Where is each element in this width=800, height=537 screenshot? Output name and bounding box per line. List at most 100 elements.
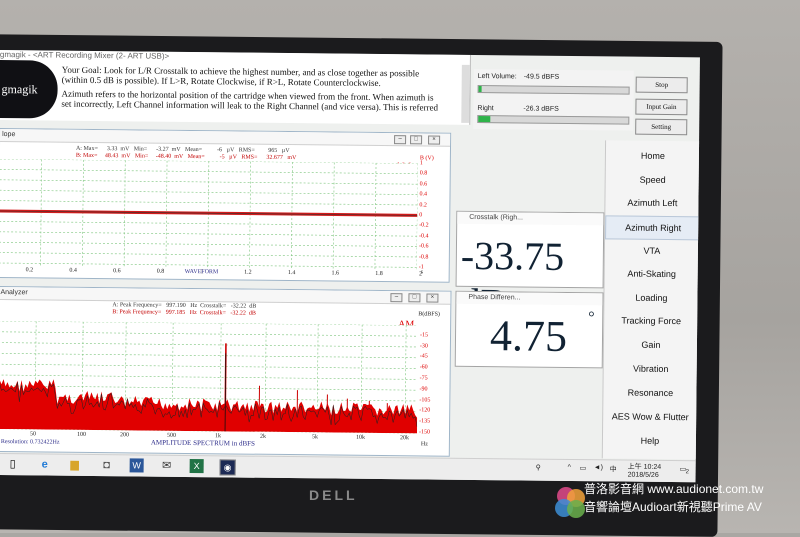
phase-window: Phase Differen... 4.75 ° [455,291,604,369]
network-icon[interactable]: ▭ [580,464,587,472]
scope-x-tick: 0.2 [26,267,34,273]
right-volume-bar [477,115,629,125]
spectrum-trace-b [0,379,418,434]
nav-item-home[interactable]: Home [606,144,700,167]
excel-icon[interactable]: X [190,459,204,473]
scope-grid-h [0,263,417,267]
scope-grid-h [0,242,417,246]
analyzer-y-tick: -75 [420,375,428,381]
analyzer-y-tick: -45 [420,354,428,360]
left-volume-value: -49.5 dBFS [524,73,559,80]
scope-grid-h [0,253,417,257]
scope-x-unit: s [421,269,423,275]
nav-item-azimuth-right[interactable]: Azimuth Right [605,215,700,240]
restore-icon[interactable]: □ [410,135,422,144]
clock-time[interactable]: 上午 10:24 [628,462,662,472]
file-explorer-icon[interactable]: ▆ [68,458,82,472]
analyzer-grid-h [0,364,418,368]
scope-y-tick: -0.6 [419,244,429,250]
mail-icon[interactable]: ✉ [160,459,174,473]
scope-x-tick: 1.8 [375,271,383,277]
minimize-icon[interactable]: – [390,293,402,302]
goal-line-1: Your Goal: Look for L/R Crosstalk to ach… [62,65,462,89]
word-icon[interactable]: W [130,458,144,472]
nav-item-vibration[interactable]: Vibration [604,357,698,380]
nav-item-resonance[interactable]: Resonance [603,381,697,404]
scope-grid-h [0,180,418,184]
goal-pane: gmagik - <ART Recording Mixer (2- ART US… [0,50,471,125]
minimize-icon[interactable]: – [394,135,406,144]
analyzer-y-tick: -30 [420,343,428,349]
nav-item-gain[interactable]: Gain [604,333,698,356]
people-icon[interactable]: ⚲ [536,464,541,472]
scope-y-tick: -0.8 [419,254,429,260]
analyzer-plot [0,321,418,433]
clock-date[interactable]: 2018/5/26 [628,472,659,479]
analyzer-y-unit: B(dBFS) [418,311,440,317]
analyzer-x-tick: 20k [400,435,409,441]
scope-y-tick: 0.8 [420,171,428,177]
analyzer-y-tick: -135 [419,419,430,425]
nav-item-speed[interactable]: Speed [606,168,700,191]
left-volume-bar [478,85,630,95]
scope-x-tick: 0.6 [113,268,121,274]
goal-text: Your Goal: Look for L/R Crosstalk to ach… [61,65,461,117]
scope-x-tick: 0.8 [157,269,165,275]
analyzer-grid-h [0,321,418,325]
scope-grid-h [0,232,417,236]
analyzer-grid-h [0,343,418,347]
scope-x-tick: 1.4 [288,270,296,276]
scope-x-label: WAVEFORM [185,269,219,275]
nav-item-anti-skating[interactable]: Anti-Skating [605,262,699,285]
stop-button[interactable]: Stop [636,77,688,94]
crosstalk-window-title: Crosstalk (Righ... [457,212,603,226]
analyzer-x-tick: 2k [260,434,266,440]
goal-line-2: Azimuth refers to the horizontal positio… [61,89,461,113]
nav-item-loading[interactable]: Loading [604,286,698,309]
store-icon[interactable]: ◘ [100,458,114,472]
input-gain-button[interactable]: Input Gain [635,99,687,116]
analyzer-y-tick: -90 [419,386,427,392]
close-icon[interactable]: × [426,293,438,302]
analyzer-window-title: Analyzer [0,287,450,305]
setting-button[interactable]: Setting [635,119,687,136]
analyzer-y-tick: -105 [419,397,430,403]
scope-y-tick: 0.4 [419,192,427,198]
crosstalk-window: Crosstalk (Righ... -33.75 dB [456,211,605,289]
analyzer-x-tick: 5k [312,434,318,440]
task-view-icon[interactable]: ▯ [6,457,20,471]
analyzer-y-tick: -15 [420,332,428,338]
close-icon[interactable]: × [428,135,440,144]
scope-x-tick: 0.4 [69,268,77,274]
volume-meters: Left Volume: -49.5 dBFS Right -26.3 dBFS [473,69,634,131]
analyzer-window: Analyzer – □ × A: Peak Frequency= 997.19… [0,286,452,457]
watermark-line-2: 音響論壇Audioart新視聽Prime AV [584,498,762,515]
scope-x-tick: 1.6 [332,270,340,276]
nav-item-azimuth-left[interactable]: Azimuth Left [605,191,699,214]
tray-chevron-icon[interactable]: ^ [568,464,571,471]
input-language[interactable]: 中 [610,464,617,474]
scope-y-tick: -0.2 [419,223,429,229]
nav-item-help[interactable]: Help [603,429,697,452]
analyzer-grid-h [0,386,417,390]
scope-y-tick: 0.2 [419,202,427,208]
scope-grid-h [0,221,417,225]
right-volume-label: Right [477,105,493,112]
nav-item-tracking-force[interactable]: Tracking Force [604,309,698,332]
analyzer-grid-h [0,353,418,357]
scope-y-tick: 0 [419,212,422,218]
nav-item-vta[interactable]: VTA [605,239,699,262]
analyzer-grid-h [0,332,418,336]
restore-icon[interactable]: □ [408,293,420,302]
goal-scrollbar[interactable] [461,65,470,123]
nav-item-aes-wow-flutter[interactable]: AES Wow & Flutter [603,405,697,428]
scope-window: lope – □ × A: Max= 3.33 mV Min= -3.27 mV… [0,128,451,283]
edge-browser-icon[interactable]: e [38,457,52,471]
scope-y-tick: 0.6 [420,181,428,187]
phase-value: 4.75 [490,310,568,362]
app-taskbar-icon[interactable]: ◉ [220,459,236,475]
scope-trace-a [0,211,417,215]
phase-window-title: Phase Differen... [456,292,602,306]
monitor-screen: gmagik - <ART Recording Mixer (2- ART US… [0,50,700,482]
volume-icon[interactable]: ◄) [594,464,603,471]
